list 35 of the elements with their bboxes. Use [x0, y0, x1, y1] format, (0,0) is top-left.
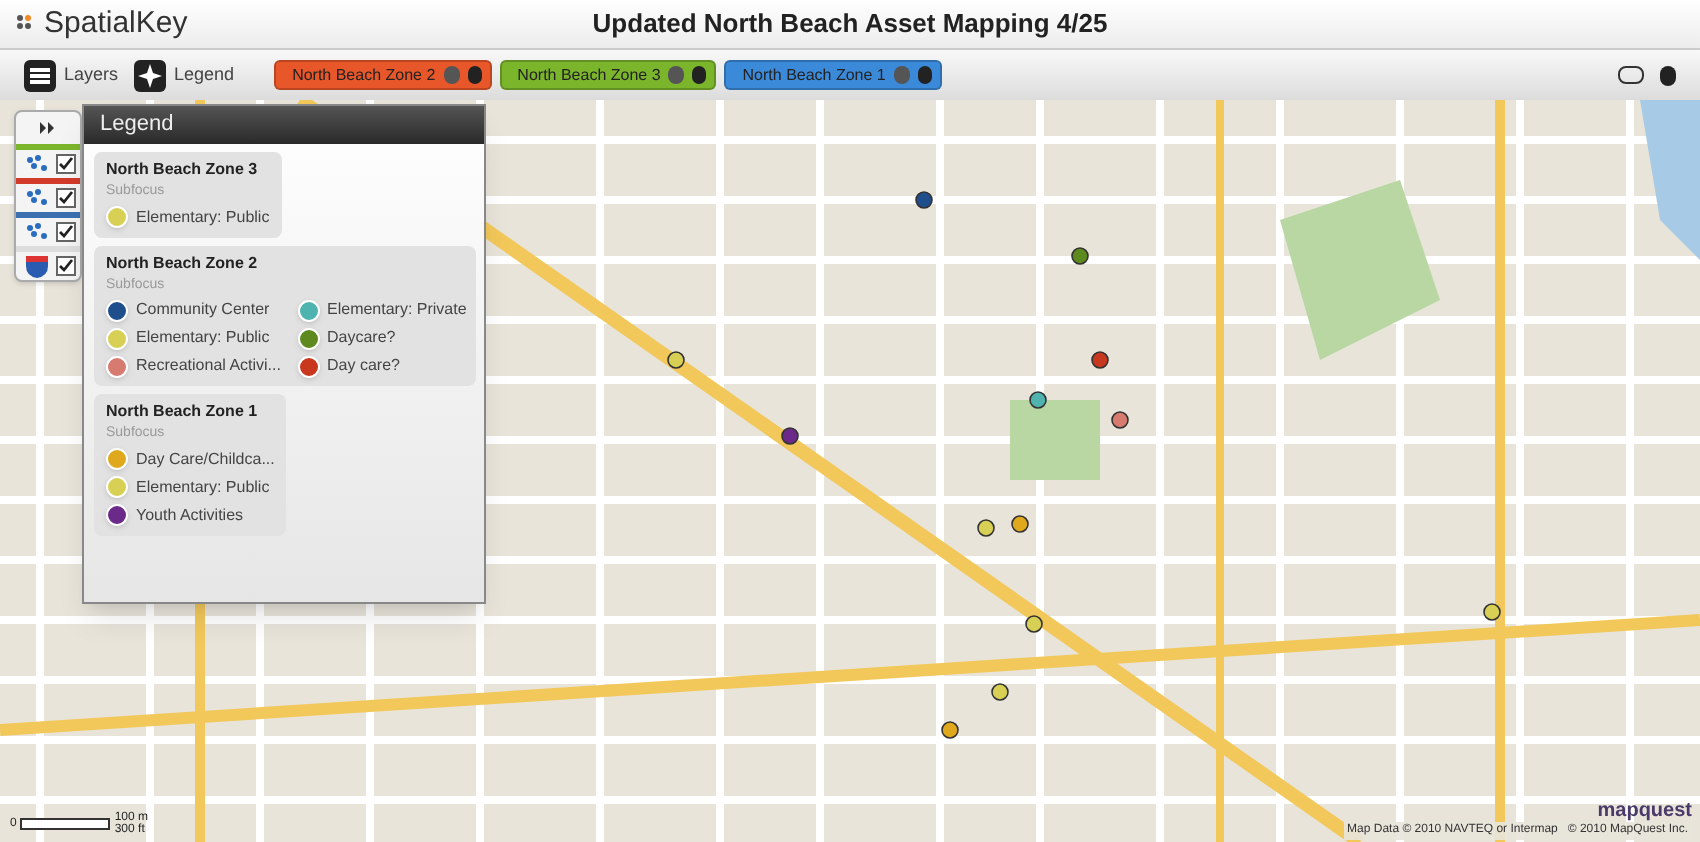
- legend-button[interactable]: Legend: [134, 59, 235, 91]
- page-title: Updated North Beach Asset Mapping 4/25: [592, 6, 1108, 43]
- group-title: North Beach Zone 3: [106, 158, 260, 182]
- legend-title: Legend: [100, 110, 174, 141]
- group-title: North Beach Zone 2: [106, 251, 260, 275]
- shield-icon: [26, 255, 48, 277]
- points-icon: [24, 222, 48, 242]
- map-provider-logo: mapquest: [1597, 802, 1692, 822]
- filter-chip[interactable]: North Beach Zone 2: [274, 60, 492, 90]
- legend-item-label: Daycare?: [327, 326, 396, 350]
- legend-item-label: Elementary: Public: [136, 475, 270, 499]
- legend-item-label: Day care?: [327, 354, 400, 378]
- expand-icon: [40, 122, 56, 134]
- app-logo[interactable]: SpatialKey: [16, 1, 188, 47]
- star-icon: [134, 59, 167, 91]
- legend-item-label: Youth Activities: [136, 503, 244, 527]
- filter-chip[interactable]: North Beach Zone 3: [499, 60, 717, 90]
- legend-item-label: Day Care/Childca...: [136, 447, 275, 471]
- legend-item-label: Elementary: Private: [327, 298, 467, 322]
- legend-item-label: Recreational Activi...: [136, 354, 281, 378]
- group-title: North Beach Zone 1: [106, 400, 260, 424]
- layer-checkbox[interactable]: [56, 188, 76, 208]
- scale-ruler: [20, 818, 111, 830]
- layers-button[interactable]: Layers: [24, 59, 119, 91]
- window-icon[interactable]: [1618, 66, 1644, 84]
- legend-item-label: Elementary: Public: [136, 205, 270, 229]
- points-icon: [24, 188, 48, 208]
- legend-item-label: Community Center: [136, 298, 270, 322]
- filter-chip[interactable]: North Beach Zone 1: [724, 60, 942, 90]
- legend-item-label: Elementary: Public: [136, 326, 270, 350]
- layer-checkbox[interactable]: [56, 154, 76, 174]
- layer-checkbox[interactable]: [56, 222, 76, 242]
- layer-checkbox[interactable]: [56, 256, 76, 276]
- layers-icon: [24, 59, 56, 91]
- points-icon: [24, 154, 48, 174]
